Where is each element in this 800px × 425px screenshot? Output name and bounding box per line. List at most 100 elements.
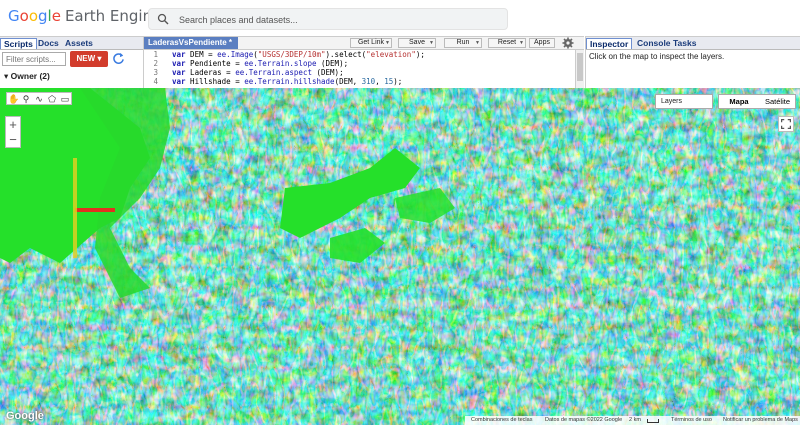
code-string: "elevation": [366, 50, 416, 59]
dropdown-caret-icon: ▼: [475, 40, 480, 46]
app-header: Google Earth Engine: [0, 0, 800, 36]
rectangle-icon[interactable]: ▭: [60, 94, 70, 104]
code-number: 310: [361, 77, 376, 86]
earth-engine-logo[interactable]: Google Earth Engine: [8, 7, 161, 25]
code-function: ee.Terrain.aspect: [235, 68, 312, 77]
line-number: 2: [153, 59, 158, 68]
get-link-button[interactable]: Get Link ▼: [350, 38, 392, 48]
tab-docs[interactable]: Docs: [35, 38, 62, 48]
dropdown-caret-icon: ▾: [97, 54, 102, 63]
code-keyword: var: [172, 59, 186, 68]
reset-button[interactable]: Reset ▼: [488, 38, 526, 48]
terms-link[interactable]: Términos de uso: [671, 416, 712, 425]
zoom-in-button[interactable]: +: [6, 117, 20, 132]
dropdown-caret-icon: ▼: [519, 40, 524, 46]
fullscreen-icon[interactable]: [778, 116, 794, 132]
line-number: 3: [153, 68, 158, 77]
line-number: 4: [153, 77, 158, 86]
tab-inspector[interactable]: Inspector: [586, 38, 633, 49]
code-line: 4 var Hillshade = ee.Terrain.hillshade(DE…: [144, 77, 402, 86]
code-area[interactable]: 1 var DEM = ee.Image("USGS/3DEP/10m").sel…: [144, 50, 574, 89]
code-text: );: [393, 77, 403, 86]
apps-button[interactable]: Apps: [529, 38, 555, 48]
code-text: ,: [375, 77, 385, 86]
code-keyword: var: [172, 77, 186, 86]
code-text: ).select(: [325, 50, 367, 59]
code-text: Hillshade =: [185, 77, 245, 86]
map-type-map-button[interactable]: Mapa: [719, 95, 759, 108]
map-type-satellite-button[interactable]: Satélite: [759, 95, 796, 108]
hand-icon[interactable]: ✋: [8, 94, 19, 104]
map-data-attribution: Datos de mapas ©2022 Google: [545, 417, 623, 423]
code-text: DEM =: [185, 50, 218, 59]
google-logo: Google: [6, 410, 44, 422]
scale-bar: [647, 419, 659, 423]
search-icon: [157, 13, 169, 25]
code-text: (DEM,: [334, 77, 362, 86]
scale-label: 2 km: [629, 417, 641, 423]
save-label: Save: [409, 39, 425, 46]
filter-scripts-input[interactable]: [2, 52, 66, 66]
map-footer: Combinaciones de teclas Datos de mapas ©…: [465, 416, 800, 425]
scripts-panel: Scripts Docs Assets NEW ▾ ▾ Owner (2): [0, 36, 144, 89]
code-string: "USGS/3DEP/10m": [257, 50, 326, 59]
zoom-control: + −: [5, 116, 21, 148]
tab-assets[interactable]: Assets: [62, 38, 96, 48]
tab-console[interactable]: Console: [634, 38, 674, 48]
code-function: ee.Image: [217, 50, 254, 59]
owner-label: Owner (2): [10, 71, 50, 81]
logo-letter: G: [8, 7, 20, 25]
script-tab-title[interactable]: LaderasVsPendiente *: [144, 37, 239, 49]
inspector-panel: Inspector Console Tasks Click on the map…: [585, 36, 800, 89]
save-button[interactable]: Save ▼: [398, 38, 436, 48]
reset-label: Reset: [497, 39, 517, 46]
editor-scrollbar[interactable]: [575, 50, 584, 89]
search-box[interactable]: [148, 8, 508, 30]
report-problem-link[interactable]: Notificar un problema de Maps: [723, 416, 798, 425]
logo-letter: o: [19, 7, 29, 25]
left-tab-bar: Scripts Docs Assets: [0, 37, 143, 50]
run-button[interactable]: Run ▼: [444, 38, 482, 48]
map-type-control: Mapa Satélite: [718, 94, 796, 109]
code-text: Laderas =: [185, 68, 236, 77]
editor-toolbar: LaderasVsPendiente * Get Link ▼ Save ▼ Run…: [144, 37, 584, 50]
polyline-icon[interactable]: ∿: [34, 94, 44, 104]
scrollbar-thumb[interactable]: [577, 53, 583, 81]
chevron-down-icon: ▾: [4, 71, 9, 81]
layers-button[interactable]: Layers: [655, 94, 713, 109]
drawing-tools: ✋ ⚲ ∿ ⬠ ▭: [6, 92, 72, 105]
owner-folder[interactable]: ▾ Owner (2): [4, 71, 50, 82]
keyboard-shortcuts-link[interactable]: Combinaciones de teclas: [471, 416, 532, 425]
new-label: NEW: [76, 54, 96, 63]
marker-icon[interactable]: ⚲: [21, 94, 31, 104]
dropdown-caret-icon: ▼: [429, 40, 434, 46]
search-input[interactable]: [177, 11, 501, 29]
code-text: (DEM);: [316, 59, 349, 68]
gear-icon[interactable]: [562, 37, 574, 49]
line-number: 1: [153, 50, 158, 59]
polygon-icon[interactable]: ⬠: [47, 94, 57, 104]
code-keyword: var: [172, 50, 186, 59]
logo-letter: e: [51, 7, 61, 25]
tab-tasks[interactable]: Tasks: [670, 38, 699, 48]
code-text: Pendiente =: [185, 59, 245, 68]
logo-product-name: Earth Engine: [64, 7, 162, 25]
refresh-icon[interactable]: [112, 52, 125, 65]
map-view[interactable]: ✋ ⚲ ∿ ⬠ ▭ + − Layers Mapa Satélite Googl…: [0, 88, 800, 425]
code-line: 3 var Laderas = ee.Terrain.aspect (DEM);: [144, 68, 344, 77]
code-function: ee.Terrain.slope: [244, 59, 317, 68]
aspect-terrain-layer[interactable]: [0, 88, 800, 425]
get-link-label: Get Link: [357, 39, 385, 46]
code-line: 2 var Pendiente = ee.Terrain.slope (DEM);: [144, 59, 348, 68]
inspector-message: Click on the map to inspect the layers.: [589, 52, 725, 61]
zoom-out-button[interactable]: −: [6, 132, 20, 147]
code-editor-panel: LaderasVsPendiente * Get Link ▼ Save ▼ Run…: [144, 36, 584, 89]
tab-scripts[interactable]: Scripts: [0, 38, 37, 49]
code-text: (DEM);: [311, 68, 344, 77]
new-script-button[interactable]: NEW ▾: [70, 51, 108, 67]
run-label: Run: [456, 39, 470, 46]
code-function: ee.Terrain.hillshade: [244, 77, 335, 86]
code-number: 15: [384, 77, 394, 86]
dropdown-caret-icon: ▼: [385, 40, 390, 46]
code-keyword: var: [172, 68, 186, 77]
